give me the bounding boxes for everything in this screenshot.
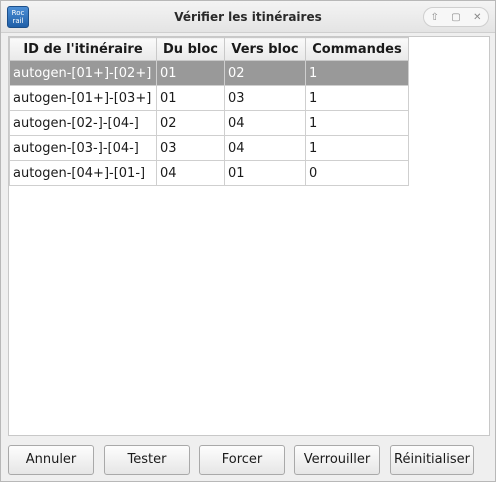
from-block-cell: 01 — [156, 60, 225, 86]
title-bar[interactable]: Roc rail Vérifier les itinéraires ⇧ ▢ ✕ — [1, 1, 495, 33]
column-header-commands[interactable]: Commandes — [305, 37, 409, 61]
to-block-cell: 04 — [224, 110, 306, 136]
to-block-cell: 04 — [224, 135, 306, 161]
route-id-cell: autogen-[03-]-[04-] — [9, 135, 157, 161]
window-controls: ⇧ ▢ ✕ — [423, 7, 489, 27]
commands-cell: 1 — [305, 85, 409, 111]
route-id-cell: autogen-[04+]-[01-] — [9, 160, 157, 186]
from-block-cell: 03 — [156, 135, 225, 161]
table-row[interactable]: autogen-[02-]-[04-] 02 04 1 — [9, 110, 409, 136]
column-header-route-id[interactable]: ID de l'itinéraire — [9, 37, 157, 61]
table-row[interactable]: autogen-[04+]-[01-] 04 01 0 — [9, 160, 409, 186]
table-row[interactable]: autogen-[01+]-[02+] 01 02 1 — [9, 60, 409, 86]
routes-table: ID de l'itinéraire Du bloc Vers bloc Com… — [9, 37, 409, 186]
reset-button[interactable]: Réinitialiser — [390, 445, 474, 475]
route-check-dialog: Roc rail Vérifier les itinéraires ⇧ ▢ ✕ … — [0, 0, 496, 482]
column-header-from-block[interactable]: Du bloc — [156, 37, 225, 61]
table-header-row: ID de l'itinéraire Du bloc Vers bloc Com… — [9, 37, 409, 61]
route-id-cell: autogen-[01+]-[03+] — [9, 85, 157, 111]
from-block-cell: 01 — [156, 85, 225, 111]
lock-button[interactable]: Verrouiller — [294, 445, 380, 475]
force-button[interactable]: Forcer — [199, 445, 285, 475]
test-button[interactable]: Tester — [104, 445, 190, 475]
to-block-cell: 02 — [224, 60, 306, 86]
table-row[interactable]: autogen-[01+]-[03+] 01 03 1 — [9, 85, 409, 111]
route-id-cell: autogen-[01+]-[02+] — [9, 60, 157, 86]
commands-cell: 1 — [305, 60, 409, 86]
from-block-cell: 04 — [156, 160, 225, 186]
column-header-to-block[interactable]: Vers bloc — [224, 37, 306, 61]
cancel-button[interactable]: Annuler — [8, 445, 94, 475]
window-title: Vérifier les itinéraires — [174, 10, 322, 24]
commands-cell: 1 — [305, 135, 409, 161]
table-row[interactable]: autogen-[03-]-[04-] 03 04 1 — [9, 135, 409, 161]
to-block-cell: 03 — [224, 85, 306, 111]
maximize-window-icon[interactable]: ▢ — [448, 9, 464, 25]
shade-window-icon[interactable]: ⇧ — [427, 9, 443, 25]
route-id-cell: autogen-[02-]-[04-] — [9, 110, 157, 136]
routes-table-panel[interactable]: ID de l'itinéraire Du bloc Vers bloc Com… — [8, 36, 490, 436]
dialog-button-bar: Annuler Tester Forcer Verrouiller Réinit… — [1, 437, 495, 482]
commands-cell: 1 — [305, 110, 409, 136]
commands-cell: 0 — [305, 160, 409, 186]
close-window-icon[interactable]: ✕ — [469, 9, 485, 25]
to-block-cell: 01 — [224, 160, 306, 186]
from-block-cell: 02 — [156, 110, 225, 136]
